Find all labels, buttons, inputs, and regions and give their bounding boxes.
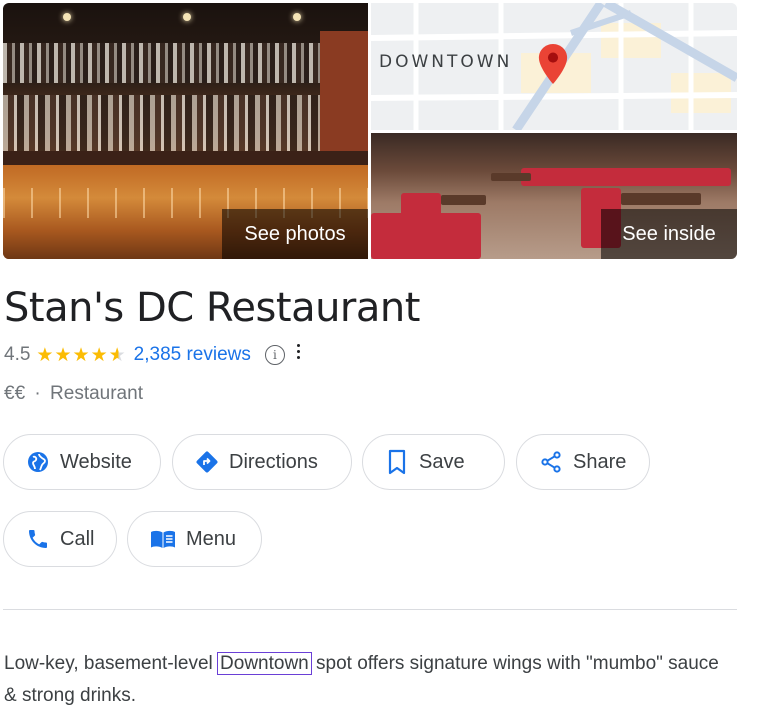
see-inside-button[interactable]: See inside [601,209,737,259]
globe-icon [28,452,48,472]
price-level: €€ [4,383,26,404]
booth [521,168,731,186]
see-photos-button[interactable]: See photos [222,209,368,259]
table [441,195,486,205]
star-half-icon: ★ [108,344,126,366]
bookmark-icon [388,449,406,475]
website-label: Website [60,450,132,473]
category-label: Restaurant [50,383,143,404]
map-pin-icon [538,44,568,84]
rating-row: 4.5 ★ ★ ★ ★ ★ 2,385 reviews i [4,343,300,366]
star-rating: ★ ★ ★ ★ ★ [36,346,125,365]
reviews-link[interactable]: 2,385 reviews [134,344,251,366]
save-label: Save [419,450,465,473]
decor [293,13,301,21]
photo-bar[interactable]: See photos [3,3,368,259]
bottle-shelf [3,43,368,83]
share-button[interactable]: Share [516,434,650,490]
star-icon: ★ [36,344,54,366]
brick-wall [320,31,368,151]
save-button[interactable]: Save [362,434,505,490]
star-icon: ★ [72,344,90,366]
rating-value: 4.5 [4,344,31,365]
star-icon: ★ [90,344,108,366]
bar-counter-top [3,151,368,165]
directions-button[interactable]: Directions [172,434,352,490]
photo-inside[interactable]: See inside [371,133,737,259]
directions-label: Directions [229,450,318,473]
separator: · [34,383,41,404]
bottle-shelf [3,95,368,153]
map-area-label: DOWNTOWN [379,52,513,72]
share-icon [541,451,561,473]
table [621,193,701,205]
map-thumbnail[interactable]: DOWNTOWN [371,3,737,130]
phone-icon [29,530,47,548]
decor [63,13,71,21]
directions-icon [196,451,218,473]
website-button[interactable]: Website [3,434,161,490]
place-title: Stan's DC Restaurant [4,285,420,331]
decor [183,13,191,21]
call-label: Call [60,527,95,550]
table [491,173,531,181]
category-row: €€ · Restaurant [4,383,143,405]
share-label: Share [573,450,627,473]
menu-book-icon [151,530,175,548]
star-icon: ★ [54,344,72,366]
booth [371,213,481,259]
menu-button[interactable]: Menu [127,511,262,567]
info-icon[interactable]: i [264,345,285,365]
section-divider [3,609,737,610]
call-button[interactable]: Call [3,511,117,567]
place-description: Low-key, basement-level Downtown spot of… [4,648,734,712]
menu-label: Menu [186,527,237,550]
highlighted-link-downtown[interactable]: Downtown [217,652,312,675]
more-vert-icon[interactable] [296,343,300,359]
description-text: Low-key, basement-level [4,653,219,674]
